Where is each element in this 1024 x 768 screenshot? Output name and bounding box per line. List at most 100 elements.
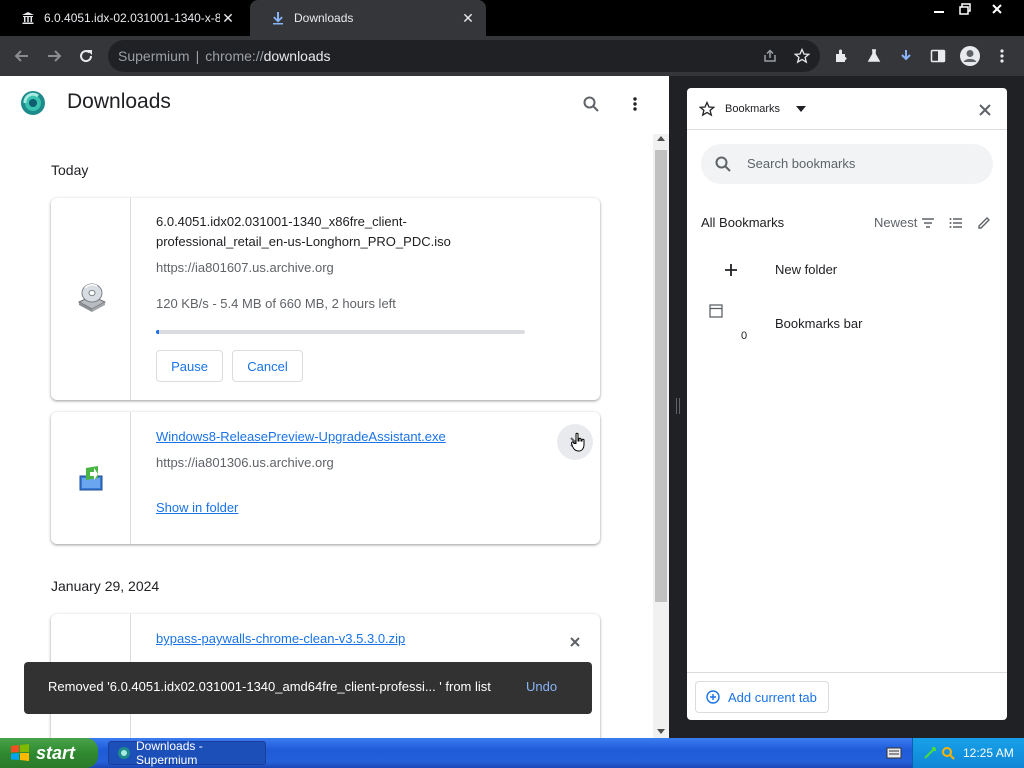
scroll-up-arrow-icon[interactable]	[657, 136, 665, 141]
system-tray: 12:25 AM	[912, 738, 1024, 768]
download-status: 120 KB/s - 5.4 MB of 660 MB, 2 hours lef…	[156, 296, 396, 311]
back-icon[interactable]	[8, 42, 36, 70]
sort-filter-icon[interactable]	[921, 216, 935, 230]
toolbar: Supermium | chrome://downloads	[0, 36, 1024, 76]
list-view-icon[interactable]	[949, 216, 963, 230]
supermium-logo-icon	[20, 90, 46, 116]
tab-downloads[interactable]: Downloads ✕	[250, 0, 486, 36]
start-button[interactable]: start	[0, 738, 98, 768]
downloads-page: Downloads Today 6.0.4051.idx02.031001-13…	[0, 76, 669, 738]
downloads-toolbar-icon[interactable]	[892, 42, 920, 70]
side-panel-footer: Add current tab	[687, 672, 1007, 720]
remove-from-list-icon[interactable]	[565, 632, 585, 652]
download-item: 6.0.4051.idx02.031001-1340_x86fre_client…	[51, 198, 600, 400]
profile-avatar-icon[interactable]	[956, 42, 984, 70]
sort-newest-button[interactable]: Newest	[874, 215, 917, 230]
toast-message: Removed '6.0.4051.idx02.031001-1340_amd6…	[48, 679, 491, 694]
add-circle-icon	[706, 690, 720, 704]
close-window-icon[interactable]	[984, 0, 1010, 18]
tab-strip: 6.0.4051.idx-02.031001-1340-x-86 ✕ Downl…	[0, 0, 1024, 36]
star-icon[interactable]	[788, 42, 816, 70]
file-icon-column	[51, 198, 131, 400]
folder-icon	[709, 304, 723, 318]
date-header-today: Today	[51, 162, 89, 178]
dropdown-arrow-icon	[796, 106, 807, 112]
add-current-tab-button[interactable]: Add current tab	[695, 681, 829, 713]
download-icon	[270, 10, 286, 26]
close-tab-icon[interactable]: ✕	[220, 10, 236, 26]
forward-icon[interactable]	[40, 42, 68, 70]
star-outline-icon	[699, 101, 715, 117]
edit-pencil-icon[interactable]	[977, 216, 991, 230]
side-panel-resize-handle[interactable]	[676, 398, 680, 414]
new-folder-button[interactable]: New folder	[775, 262, 837, 277]
keyboard-icon[interactable]	[886, 746, 902, 760]
omnibox-scheme: chrome://	[205, 48, 264, 64]
network-icon[interactable]	[923, 746, 937, 760]
labs-flask-icon[interactable]	[860, 42, 888, 70]
omnibox-host: downloads	[263, 48, 331, 64]
file-name-link[interactable]: Windows8-ReleasePreview-UpgradeAssistant…	[156, 429, 446, 444]
screen: 6.0.4051.idx-02.031001-1340-x-86 ✕ Downl…	[0, 0, 1024, 768]
file-source-url[interactable]: https://ia801607.us.archive.org	[156, 260, 334, 275]
taskbar-window-title: Downloads - Supermium	[136, 739, 203, 767]
download-progress-fill	[156, 330, 159, 334]
windows-flag-icon	[10, 744, 30, 762]
reload-icon[interactable]	[72, 42, 100, 70]
download-item: Windows8-ReleasePreview-UpgradeAssistant…	[51, 412, 600, 544]
scroll-thumb[interactable]	[655, 150, 667, 602]
close-tab-icon[interactable]: ✕	[460, 10, 476, 26]
folder-count: 0	[741, 330, 748, 342]
taskbar: start Downloads - Supermium 12:25 AM	[0, 738, 1024, 768]
omnibox-separator: |	[195, 48, 200, 64]
scroll-down-arrow-icon[interactable]	[657, 729, 665, 734]
bookmarks-search-field[interactable]: Search bookmarks	[701, 144, 993, 184]
add-current-tab-label: Add current tab	[728, 689, 817, 705]
minimize-icon[interactable]	[926, 0, 952, 18]
omnibox[interactable]: Supermium | chrome://downloads	[108, 40, 820, 72]
side-panel-selector[interactable]: Bookmarks	[693, 96, 813, 122]
downloads-header: Downloads	[0, 76, 669, 132]
supermium-app-icon	[117, 746, 131, 760]
search-tray-icon[interactable]	[941, 746, 955, 760]
close-side-panel-icon[interactable]	[975, 100, 995, 120]
clock: 12:25 AM	[963, 746, 1014, 760]
scrollbar[interactable]	[653, 134, 669, 738]
bank-icon	[20, 10, 36, 26]
search-icon	[715, 156, 731, 172]
bookmarks-bar-folder[interactable]: 0	[703, 298, 759, 354]
tab-archive[interactable]: 6.0.4051.idx-02.031001-1340-x-86 ✕	[0, 0, 246, 36]
restore-icon[interactable]	[952, 0, 978, 18]
pause-button[interactable]: Pause	[156, 350, 223, 382]
new-folder-plus-icon[interactable]	[703, 248, 759, 292]
file-name-link[interactable]: bypass-paywalls-chrome-clean-v3.5.3.0.zi…	[156, 631, 405, 646]
file-name: 6.0.4051.idx02.031001-1340_x86fre_client…	[156, 214, 451, 249]
show-in-folder-link[interactable]: Show in folder	[156, 500, 238, 515]
disc-image-file-icon	[76, 282, 108, 314]
tab-title: 6.0.4051.idx-02.031001-1340-x-86	[44, 11, 220, 25]
cancel-button[interactable]: Cancel	[232, 350, 303, 382]
undo-toast: Removed '6.0.4051.idx02.031001-1340_amd6…	[24, 662, 592, 714]
tab-title: Downloads	[294, 11, 354, 25]
all-bookmarks-heading: All Bookmarks	[701, 215, 785, 230]
start-label: start	[36, 742, 76, 763]
undo-button[interactable]: Undo	[526, 679, 557, 694]
side-panel-header: Bookmarks	[687, 88, 1007, 130]
file-source-url[interactable]: https://ia801306.us.archive.org	[156, 455, 334, 470]
taskbar-window-button[interactable]: Downloads - Supermium	[108, 739, 266, 767]
file-icon-column	[51, 412, 131, 544]
extensions-icon[interactable]	[828, 42, 856, 70]
download-progress-bar	[156, 330, 525, 334]
more-options-icon[interactable]	[625, 94, 645, 114]
search-placeholder: Search bookmarks	[747, 156, 856, 171]
side-panel-title: Bookmarks	[725, 103, 781, 115]
share-icon[interactable]	[756, 42, 784, 70]
bookmarks-bar-label[interactable]: Bookmarks bar	[775, 316, 862, 331]
omnibox-app-name: Supermium	[118, 48, 190, 64]
side-panel-icon[interactable]	[924, 42, 952, 70]
search-icon[interactable]	[581, 94, 601, 114]
bookmarks-side-panel: Bookmarks Search bookmarks All Bookmarks…	[687, 88, 1007, 720]
date-header-jan-29: January 29, 2024	[51, 578, 160, 594]
installer-exe-icon	[76, 462, 108, 494]
menu-kebab-icon[interactable]	[988, 42, 1016, 70]
